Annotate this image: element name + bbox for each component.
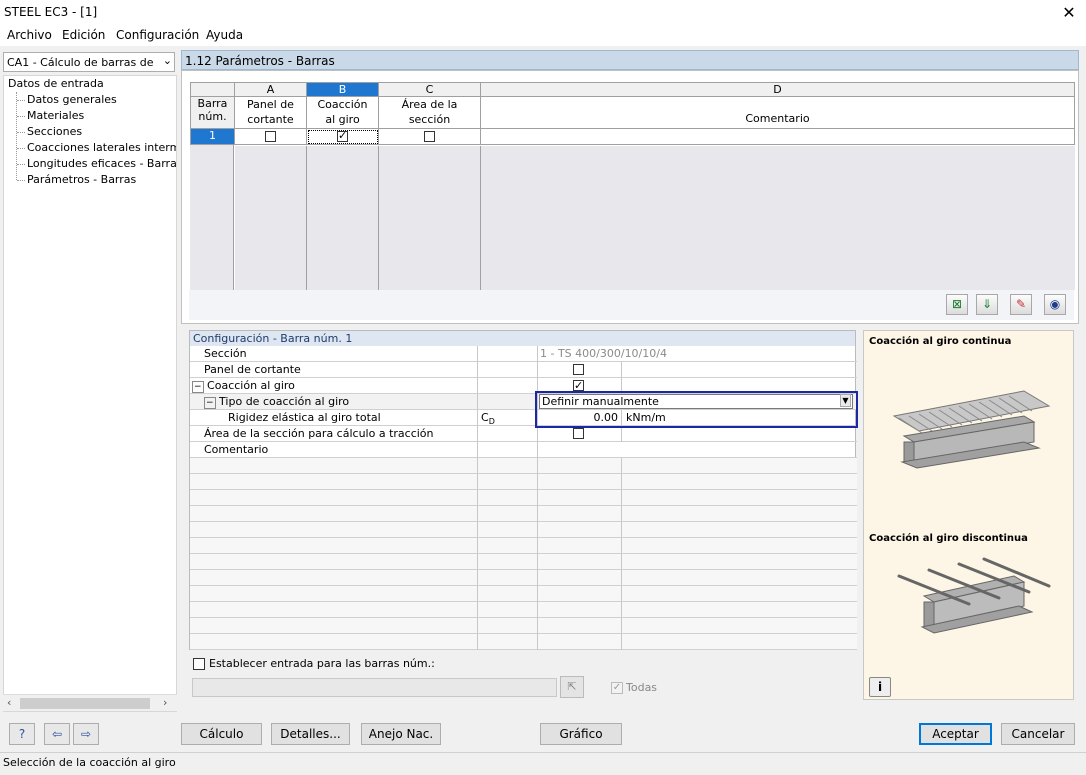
title-bar: STEEL EC3 - [1] ✕ [0, 0, 1086, 26]
menu-bar: Archivo Edición Configuración Ayuda [0, 26, 1086, 46]
nav-item-secciones[interactable]: Secciones [27, 125, 82, 138]
navigation-tree: Datos de entrada Datos generales Materia… [3, 75, 177, 712]
help-icon[interactable]: ? [9, 723, 35, 745]
header-coaccion-giro: Coacción al giro [307, 97, 379, 129]
scroll-thumb[interactable] [20, 698, 150, 709]
aceptar-button[interactable]: Aceptar [919, 723, 992, 745]
section-title: 1.12 Parámetros - Barras [185, 54, 335, 68]
window-title: STEEL EC3 - [1] [4, 5, 98, 19]
continuous-restraint-illustration [892, 390, 1051, 469]
config-title-bar: Configuración - Barra núm. 1 [190, 331, 855, 346]
column-letter-c[interactable]: C [379, 82, 481, 97]
config-row-area-seccion[interactable]: Área de la sección para cálculo a tracci… [190, 426, 857, 442]
header-panel-cortante: Panel de cortante [235, 97, 307, 129]
grafico-button[interactable]: Gráfico [540, 723, 622, 745]
todas-checkbox[interactable]: ✓ [611, 682, 623, 694]
cell-coaccion-giro-1[interactable] [307, 129, 379, 145]
caption-continuous: Coacción al giro continua [869, 336, 1012, 347]
checkbox-coaccion-giro-1[interactable] [337, 129, 348, 142]
menu-archivo[interactable]: Archivo [7, 28, 52, 42]
config-row-comentario[interactable]: Comentario [190, 442, 857, 458]
close-icon[interactable]: ✕ [1052, 0, 1086, 26]
collapse-icon[interactable]: − [192, 381, 204, 393]
scroll-right-icon[interactable]: › [163, 696, 167, 709]
nav-item-datos-generales[interactable]: Datos generales [27, 93, 117, 106]
header-area-seccion: Área de la sección [379, 97, 481, 129]
cell-panel-cortante-1[interactable] [235, 129, 307, 145]
config-checkbox-panel-cortante[interactable] [573, 364, 584, 375]
parameters-grid: A B C D Barra núm. Panel de cortante Coac… [181, 70, 1079, 324]
pick-bars-icon[interactable]: ⇱ [560, 676, 584, 698]
config-checkbox-area-seccion[interactable] [573, 428, 584, 439]
horizontal-scrollbar[interactable]: ‹ › [3, 694, 177, 711]
info-icon[interactable]: i [869, 677, 891, 697]
column-letter-a[interactable]: A [235, 82, 307, 97]
config-table: Configuración - Barra núm. 1 Sección 1 -… [189, 330, 857, 650]
case-selector[interactable]: CA1 - Cálculo de barras de acer ⌄ [3, 52, 175, 72]
row-number-1[interactable]: 1 [190, 129, 235, 145]
chevron-down-icon: ⌄ [162, 54, 172, 67]
menu-configuracion[interactable]: Configuración [116, 28, 199, 42]
config-comentario-value[interactable] [538, 442, 855, 458]
grid-toolbar: ⊠ ⇓ ✎ ◉ [189, 290, 1074, 320]
row-number-header: Barra núm. [190, 97, 235, 129]
scroll-left-icon[interactable]: ‹ [7, 696, 11, 709]
checkbox-panel-cortante-1[interactable] [265, 131, 276, 142]
corner-header [190, 82, 235, 97]
column-letter-d[interactable]: D [481, 82, 1075, 97]
anejo-nacional-button[interactable]: Anejo Nac. ... [361, 723, 441, 761]
config-title: Configuración - Barra núm. 1 [193, 332, 353, 345]
next-table-icon[interactable]: ⇨ [73, 723, 99, 745]
import-excel-icon[interactable]: ⇓ [976, 294, 998, 315]
config-row-seccion[interactable]: Sección 1 - TS 400/300/10/10/4 [190, 346, 857, 362]
set-entry-label: Establecer entrada para las barras núm.: [209, 657, 435, 670]
nav-root[interactable]: Datos de entrada [8, 77, 104, 90]
caption-discontinuous: Coacción al giro discontinua [869, 533, 1028, 544]
discontinuous-restraint-illustration [897, 557, 1051, 634]
config-row-panel-cortante[interactable]: Panel de cortante [190, 362, 857, 378]
detalles-button[interactable]: Detalles... [271, 723, 350, 745]
status-bar: Selección de la coacción al giro [0, 752, 1086, 775]
config-rigidez-symbol: CD [478, 410, 538, 426]
info-panel: Coacción al giro continua Coacción al gi… [863, 330, 1074, 700]
nav-item-materiales[interactable]: Materiales [27, 109, 84, 122]
checkbox-area-seccion-1[interactable] [424, 131, 435, 142]
nav-item-longitudes-eficaces[interactable]: Longitudes eficaces - Barras [27, 157, 176, 170]
select-in-model-icon[interactable]: ✎ [1010, 294, 1032, 315]
menu-ayuda[interactable]: Ayuda [206, 28, 243, 42]
calculo-button[interactable]: Cálculo [181, 723, 262, 745]
menu-edicion[interactable]: Edición [62, 28, 105, 42]
config-seccion-value: 1 - TS 400/300/10/10/4 [540, 347, 667, 360]
config-checkbox-coaccion-giro[interactable] [573, 378, 584, 393]
bars-number-input[interactable] [192, 678, 557, 697]
todas-label: Todas [626, 681, 658, 694]
column-letter-b[interactable]: B [307, 82, 379, 97]
case-selector-value: CA1 - Cálculo de barras de acer [7, 56, 157, 69]
view-eye-icon[interactable]: ◉ [1044, 294, 1066, 315]
nav-item-parametros-barras[interactable]: Parámetros - Barras [27, 173, 136, 186]
export-excel-icon[interactable]: ⊠ [946, 294, 968, 315]
cell-area-seccion-1[interactable] [379, 129, 481, 145]
collapse-icon[interactable]: − [204, 397, 216, 409]
section-header: 1.12 Parámetros - Barras [181, 50, 1079, 70]
previous-table-icon[interactable]: ⇦ [44, 723, 70, 745]
cell-comentario-1[interactable] [481, 129, 1075, 145]
set-entry-checkbox[interactable] [193, 658, 205, 670]
header-comentario: Comentario [481, 97, 1075, 129]
chevron-down-icon[interactable]: ▼ [840, 394, 851, 407]
nav-item-coacciones-laterales[interactable]: Coacciones laterales intermedia [27, 141, 176, 154]
cancelar-button[interactable]: Cancelar [1001, 723, 1075, 745]
status-text: Selección de la coacción al giro [3, 756, 176, 769]
tipo-coaccion-select[interactable]: Definir manualmente ▼ [539, 394, 853, 409]
